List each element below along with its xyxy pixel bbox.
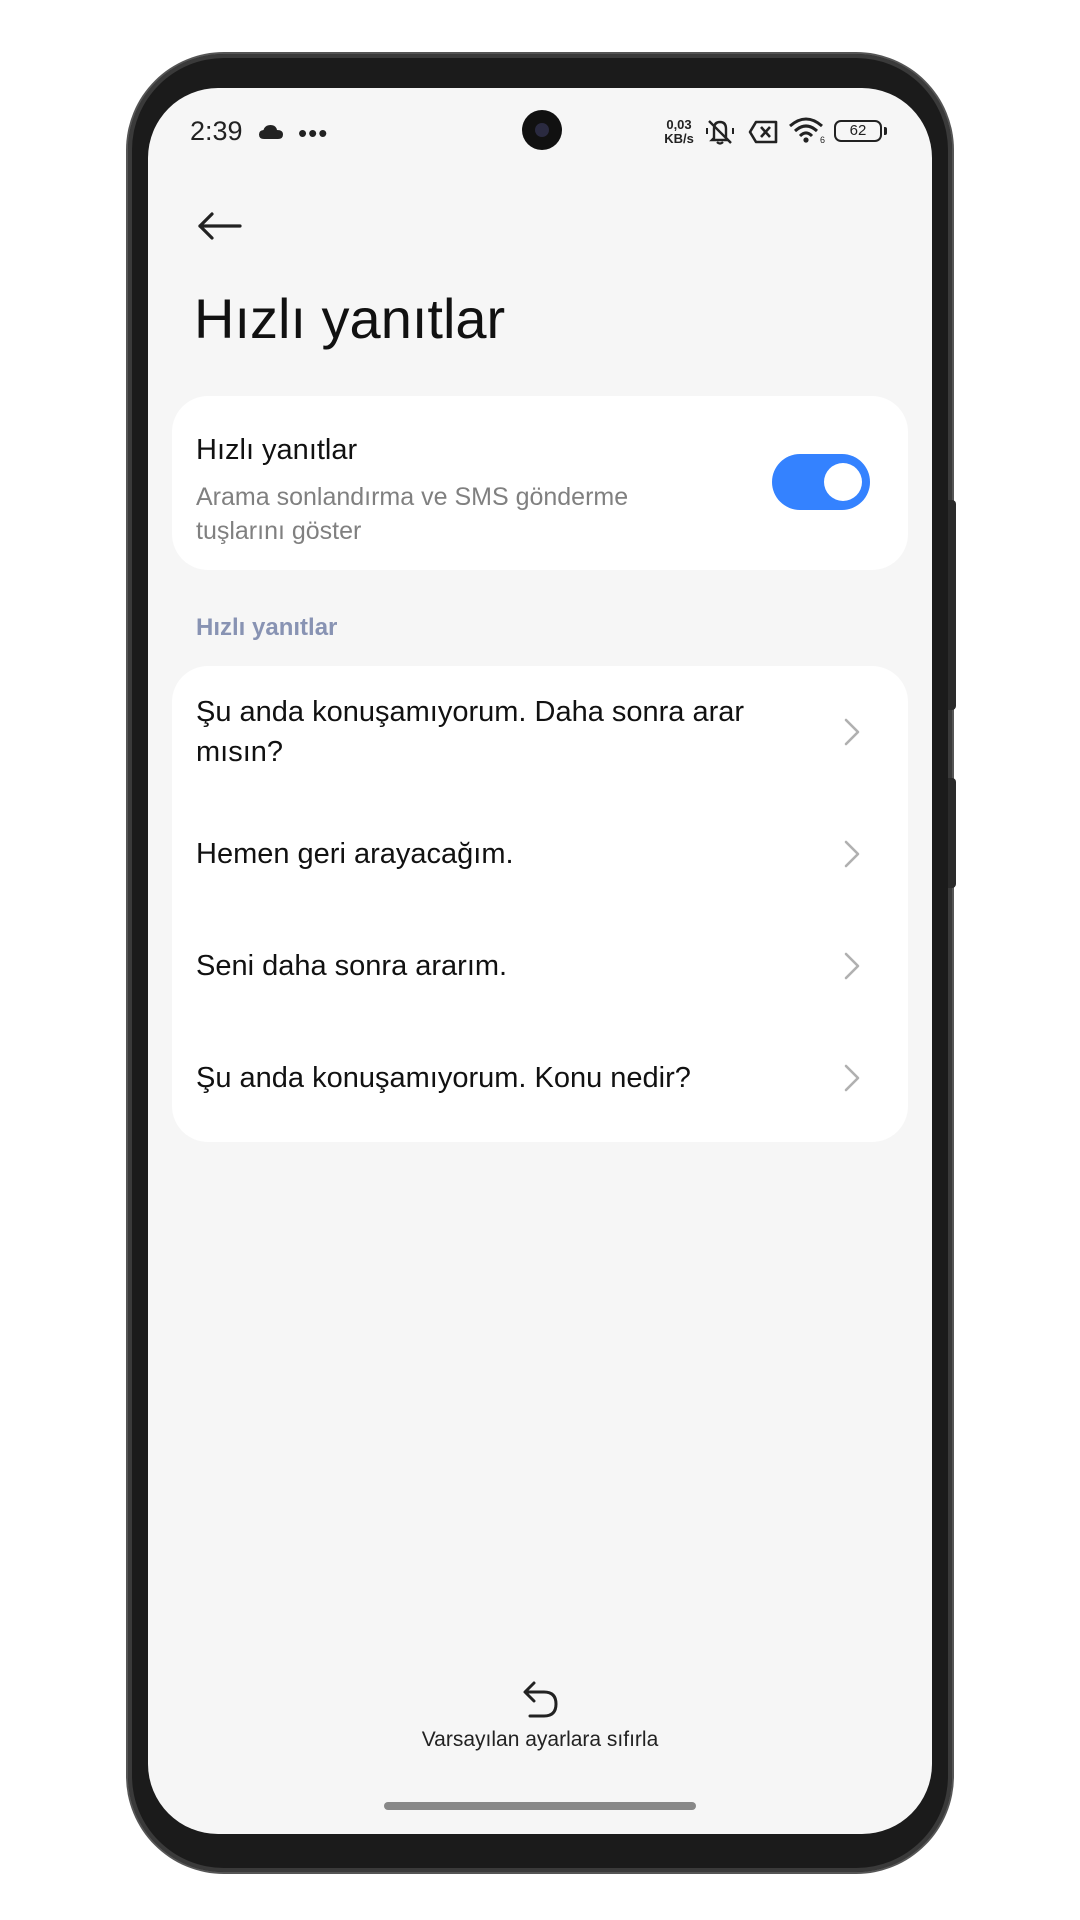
status-bar: 2:39 ••• 0,03 KB/s 6 62: [148, 88, 932, 178]
toggle-knob: [824, 463, 862, 501]
toggle-title: Hızlı yanıtlar: [196, 434, 358, 466]
no-sim-icon: [748, 120, 778, 149]
power-button: [948, 778, 956, 888]
battery-indicator: 62: [834, 120, 887, 142]
back-arrow-icon: [198, 212, 242, 240]
wifi-icon: 6: [788, 116, 826, 149]
more-notifications-icon: •••: [298, 118, 329, 148]
page-title: Hızlı yanıtlar: [194, 287, 506, 350]
svg-text:6: 6: [820, 135, 825, 144]
chevron-right-icon: [844, 952, 860, 980]
screen: 2:39 ••• 0,03 KB/s 6 62 Hızlı yanıtlar H…: [148, 88, 932, 1834]
reply-text: Hemen geri arayacağım.: [196, 838, 514, 870]
chevron-right-icon: [844, 840, 860, 868]
chevron-right-icon: [844, 718, 860, 746]
home-indicator[interactable]: [384, 1802, 696, 1810]
network-speed: 0,03 KB/s: [662, 118, 696, 146]
reply-item-2[interactable]: Hemen geri arayacağım.: [172, 802, 908, 912]
back-button[interactable]: [190, 196, 250, 256]
reply-text: Seni daha sonra ararım.: [196, 950, 508, 982]
volume-button: [948, 500, 956, 710]
vibrate-mute-icon: [704, 118, 736, 151]
reset-defaults-button[interactable]: Varsayılan ayarlara sıfırla: [148, 1680, 932, 1760]
reset-defaults-label: Varsayılan ayarlara sıfırla: [421, 1728, 659, 1751]
cloud-icon: [258, 124, 284, 145]
toggle-subtitle: Arama sonlandırma ve SMS gönderme tuşlar…: [196, 483, 629, 545]
reply-text: Şu anda konuşamıyorum. Daha sonra arar m…: [196, 696, 745, 768]
reply-text: Şu anda konuşamıyorum. Konu nedir?: [196, 1062, 691, 1094]
front-camera: [522, 110, 562, 150]
quick-replies-list: Şu anda konuşamıyorum. Daha sonra arar m…: [172, 666, 908, 1142]
network-speed-value: 0,03: [666, 117, 692, 132]
reply-item-4[interactable]: Şu anda konuşamıyorum. Konu nedir?: [172, 1024, 908, 1142]
network-speed-unit: KB/s: [664, 131, 694, 146]
quick-replies-toggle[interactable]: [772, 454, 870, 510]
reply-item-1[interactable]: Şu anda konuşamıyorum. Daha sonra arar m…: [172, 666, 908, 802]
reply-item-3[interactable]: Seni daha sonra ararım.: [172, 912, 908, 1024]
status-time: 2:39: [190, 116, 243, 146]
undo-icon: [523, 1681, 558, 1718]
section-header: Hızlı yanıtlar: [196, 614, 338, 641]
quick-replies-toggle-card[interactable]: Hızlı yanıtlar Arama sonlandırma ve SMS …: [172, 396, 908, 570]
chevron-right-icon: [844, 1064, 860, 1092]
